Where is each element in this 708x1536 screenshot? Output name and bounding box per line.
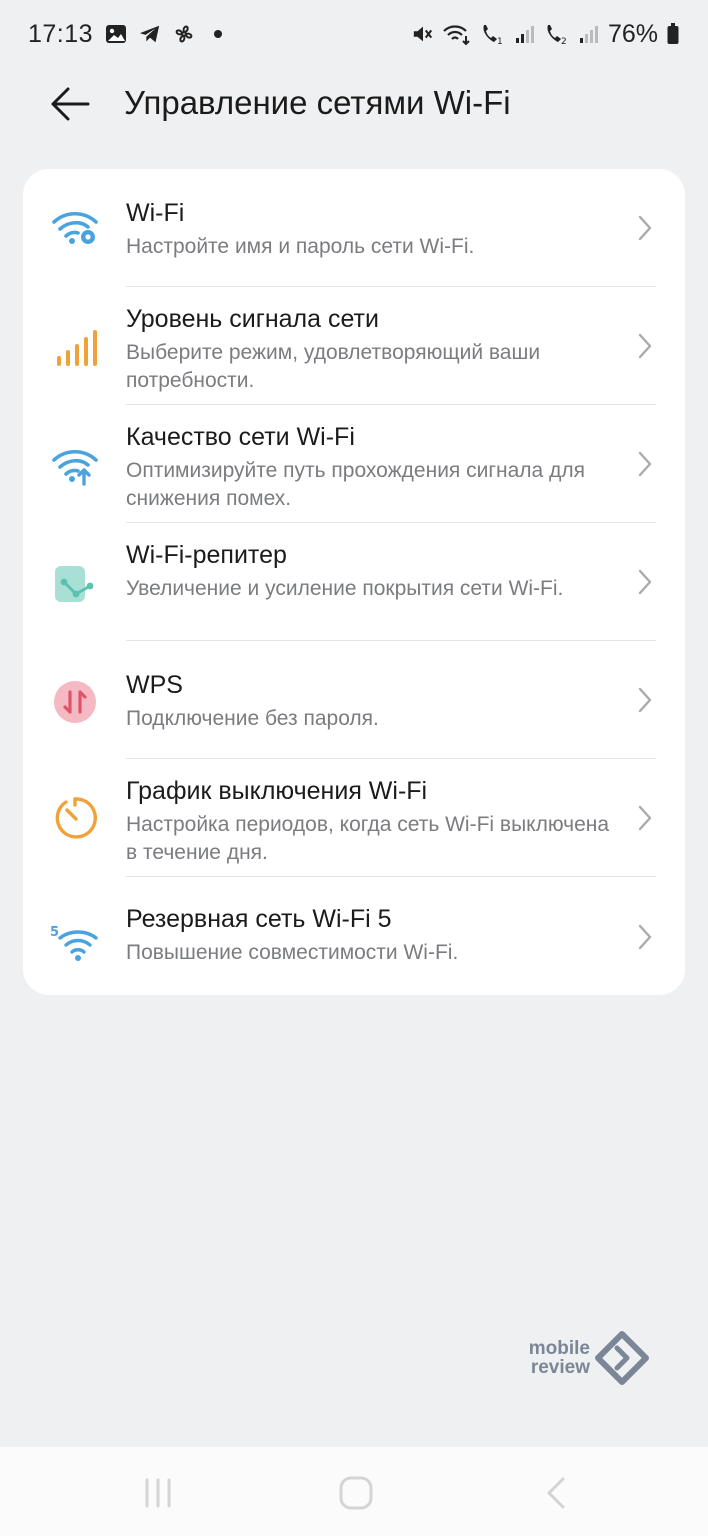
status-bar: 17:13 1 2 76% [0, 0, 708, 68]
chevron-right-icon [635, 331, 655, 361]
home-button[interactable] [336, 1475, 376, 1511]
menu-item-subtitle: Настройка периодов, когда сеть Wi-Fi вык… [126, 813, 610, 864]
menu-item-title: WPS [126, 671, 183, 699]
menu-item-text: Резервная сеть Wi-Fi 5 Повышение совмест… [126, 903, 626, 967]
menu-item-subtitle: Оптимизируйте путь прохождения сигнала д… [126, 459, 585, 510]
chevron-right-icon [635, 567, 655, 597]
svg-text:1: 1 [497, 37, 503, 46]
chevron-right-icon [635, 803, 655, 833]
watermark-line1: mobile [528, 1338, 590, 1359]
timer-icon [50, 793, 100, 843]
wifi-calling-icon [442, 23, 472, 46]
chevron-right-icon [635, 922, 655, 952]
menu-item-wifi-schedule[interactable]: График выключения Wi-Fi Настройка период… [23, 759, 685, 876]
menu-item-text: Wi-Fi-репитер Увеличение и усиление покр… [126, 539, 626, 603]
menu-item-title: График выключения Wi-Fi [126, 777, 428, 805]
status-bar-right: 1 2 76% [412, 20, 680, 49]
battery-percent: 76% [607, 19, 658, 48]
menu-item-subtitle: Повышение совместимости Wi-Fi. [126, 941, 459, 964]
menu-item-wifi[interactable]: Wi-Fi Настройте имя и пароль сети Wi-Fi. [23, 169, 685, 286]
svg-text:2: 2 [561, 37, 567, 46]
volte-sim2-icon: 2 [544, 23, 570, 46]
chevron-right-icon [635, 685, 655, 715]
menu-item-subtitle: Выберите режим, удовлетворяющий ваши пот… [126, 341, 541, 392]
svg-text:5: 5 [50, 925, 59, 940]
signal-bars-icon [50, 323, 100, 373]
battery-icon [666, 23, 680, 45]
fan-icon [173, 23, 195, 45]
menu-item-text: WPS Подключение без пароля. [126, 669, 626, 733]
watermark-logo: mobile review [510, 1328, 650, 1388]
menu-item-signal-level[interactable]: Уровень сигнала сети Выберите режим, удо… [23, 287, 685, 404]
back-button[interactable] [46, 82, 94, 126]
repeater-icon [50, 559, 100, 609]
menu-item-wifi5-backup[interactable]: 5 Резервная сеть Wi-Fi 5 Повышение совме… [23, 877, 685, 995]
watermark-line2: review [530, 1357, 590, 1378]
recents-icon [145, 1478, 171, 1508]
arrow-left-icon [51, 87, 90, 121]
menu-item-text: Качество сети Wi-Fi Оптимизируйте путь п… [126, 421, 626, 513]
dot-icon [207, 23, 229, 45]
telegram-icon [139, 23, 161, 45]
menu-item-title: Резервная сеть Wi-Fi 5 [126, 905, 392, 933]
status-bar-left: 17:13 [28, 20, 229, 49]
signal-sim2-icon [578, 23, 600, 45]
watermark-text: mobile review [510, 1339, 590, 1377]
menu-item-wps[interactable]: WPS Подключение без пароля. [23, 641, 685, 758]
home-icon [339, 1476, 373, 1510]
status-time: 17:13 [28, 19, 94, 48]
wifi-quality-icon [50, 441, 100, 491]
volte-sim1-icon: 1 [480, 23, 506, 46]
menu-item-subtitle: Настройте имя и пароль сети Wi-Fi. [126, 235, 475, 258]
chevron-right-icon [635, 449, 655, 479]
menu-item-wifi-repeater[interactable]: Wi-Fi-репитер Увеличение и усиление покр… [23, 523, 685, 640]
settings-card: Wi-Fi Настройте имя и пароль сети Wi-Fi.… [23, 169, 685, 995]
menu-item-subtitle: Увеличение и усиление покрытия сети Wi-F… [126, 577, 564, 600]
menu-item-title: Качество сети Wi-Fi [126, 423, 355, 451]
wps-icon [50, 677, 100, 727]
watermark-diamond-icon [595, 1331, 649, 1385]
mute-icon [412, 23, 434, 45]
menu-item-title: Уровень сигнала сети [126, 305, 379, 333]
menu-item-text: Уровень сигнала сети Выберите режим, удо… [126, 303, 626, 395]
wifi-settings-icon [50, 203, 100, 253]
menu-item-subtitle: Подключение без пароля. [126, 707, 379, 730]
app-header: Управление сетями Wi-Fi [0, 68, 708, 140]
chevron-right-icon [635, 213, 655, 243]
wifi5-icon: 5 [50, 917, 100, 967]
recents-button[interactable] [138, 1475, 178, 1511]
menu-item-wifi-quality[interactable]: Качество сети Wi-Fi Оптимизируйте путь п… [23, 405, 685, 522]
menu-item-title: Wi-Fi [126, 199, 185, 227]
navigation-bar [0, 1447, 708, 1536]
page-title: Управление сетями Wi-Fi [124, 84, 511, 121]
gallery-icon [105, 23, 127, 45]
back-icon [547, 1477, 565, 1509]
signal-sim1-icon [514, 23, 536, 45]
menu-item-title: Wi-Fi-репитер [126, 541, 287, 569]
menu-item-text: Wi-Fi Настройте имя и пароль сети Wi-Fi. [126, 197, 626, 261]
nav-back-button[interactable] [536, 1475, 576, 1511]
menu-item-text: График выключения Wi-Fi Настройка период… [126, 775, 626, 867]
